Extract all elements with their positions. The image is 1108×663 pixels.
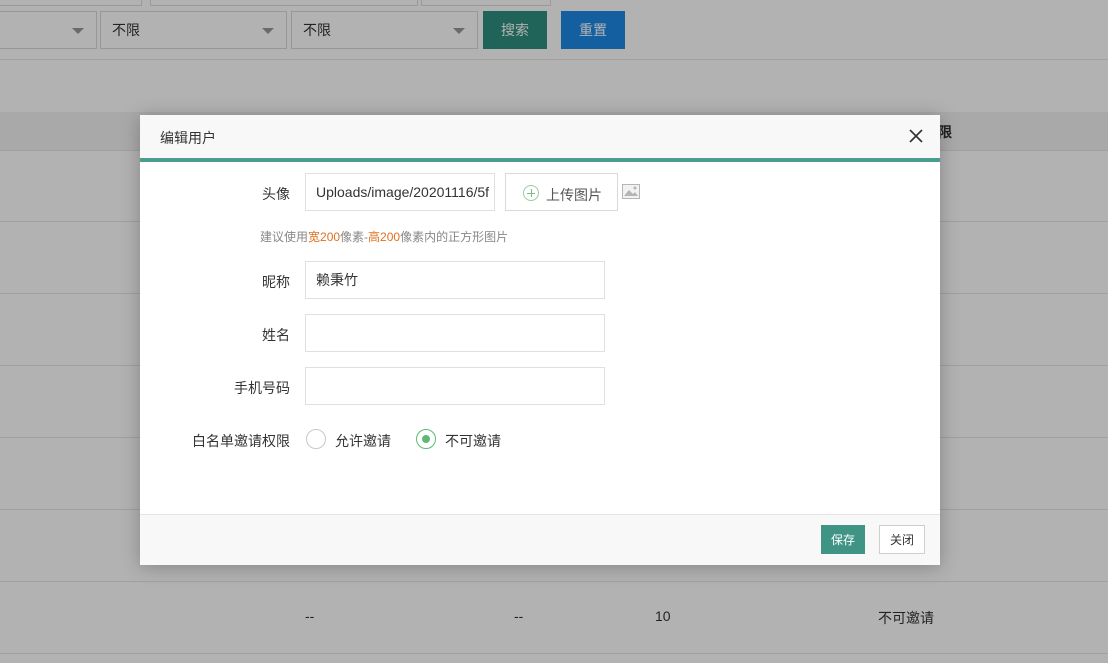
avatar-path-input[interactable]: Uploads/image/20201116/5f [305,173,495,211]
close-button[interactable]: 关闭 [879,525,925,554]
hint-prefix: 建议使用 [260,230,309,244]
phone-label: 手机号码 [234,380,290,396]
image-icon[interactable] [622,184,640,199]
nickname-label: 昵称 [262,274,290,290]
hint-mid: 像素- [340,230,369,244]
nickname-input[interactable] [305,261,605,299]
save-button[interactable]: 保存 [821,525,865,554]
phone-input[interactable] [305,367,605,405]
radio-allow-invite-label: 允许邀请 [335,433,391,449]
edit-user-dialog: 编辑用户 头像 Uploads/image/20201116/5f 上传图片 建… [140,115,940,565]
hint-suffix: 像素内的正方形图片 [400,230,509,244]
name-input[interactable] [305,314,605,352]
dialog-header-accent [140,158,940,162]
radio-allow-invite[interactable]: 允许邀请 [306,429,396,449]
radio-deny-invite-circle[interactable] [416,429,436,449]
avatar-label: 头像 [262,186,290,202]
radio-deny-invite[interactable]: 不可邀请 [416,429,506,449]
dialog-footer: 保存 关闭 [140,514,940,565]
dialog-header: 编辑用户 [140,115,940,158]
upload-image-label: 上传图片 [546,187,602,203]
whitelist-permission-label: 白名单邀请权限 [192,433,290,449]
radio-allow-invite-circle[interactable] [306,429,326,449]
hint-height: 高200 [368,230,401,244]
close-icon[interactable] [908,128,924,144]
name-label: 姓名 [262,327,290,343]
upload-image-button[interactable]: 上传图片 [505,173,618,211]
dialog-title: 编辑用户 [160,130,216,146]
plus-circle-icon [523,185,539,201]
radio-deny-invite-label: 不可邀请 [445,433,501,449]
hint-width: 宽200 [308,230,341,244]
avatar-size-hint: 建议使用宽200像素-高200像素内的正方形图片 [260,228,508,245]
